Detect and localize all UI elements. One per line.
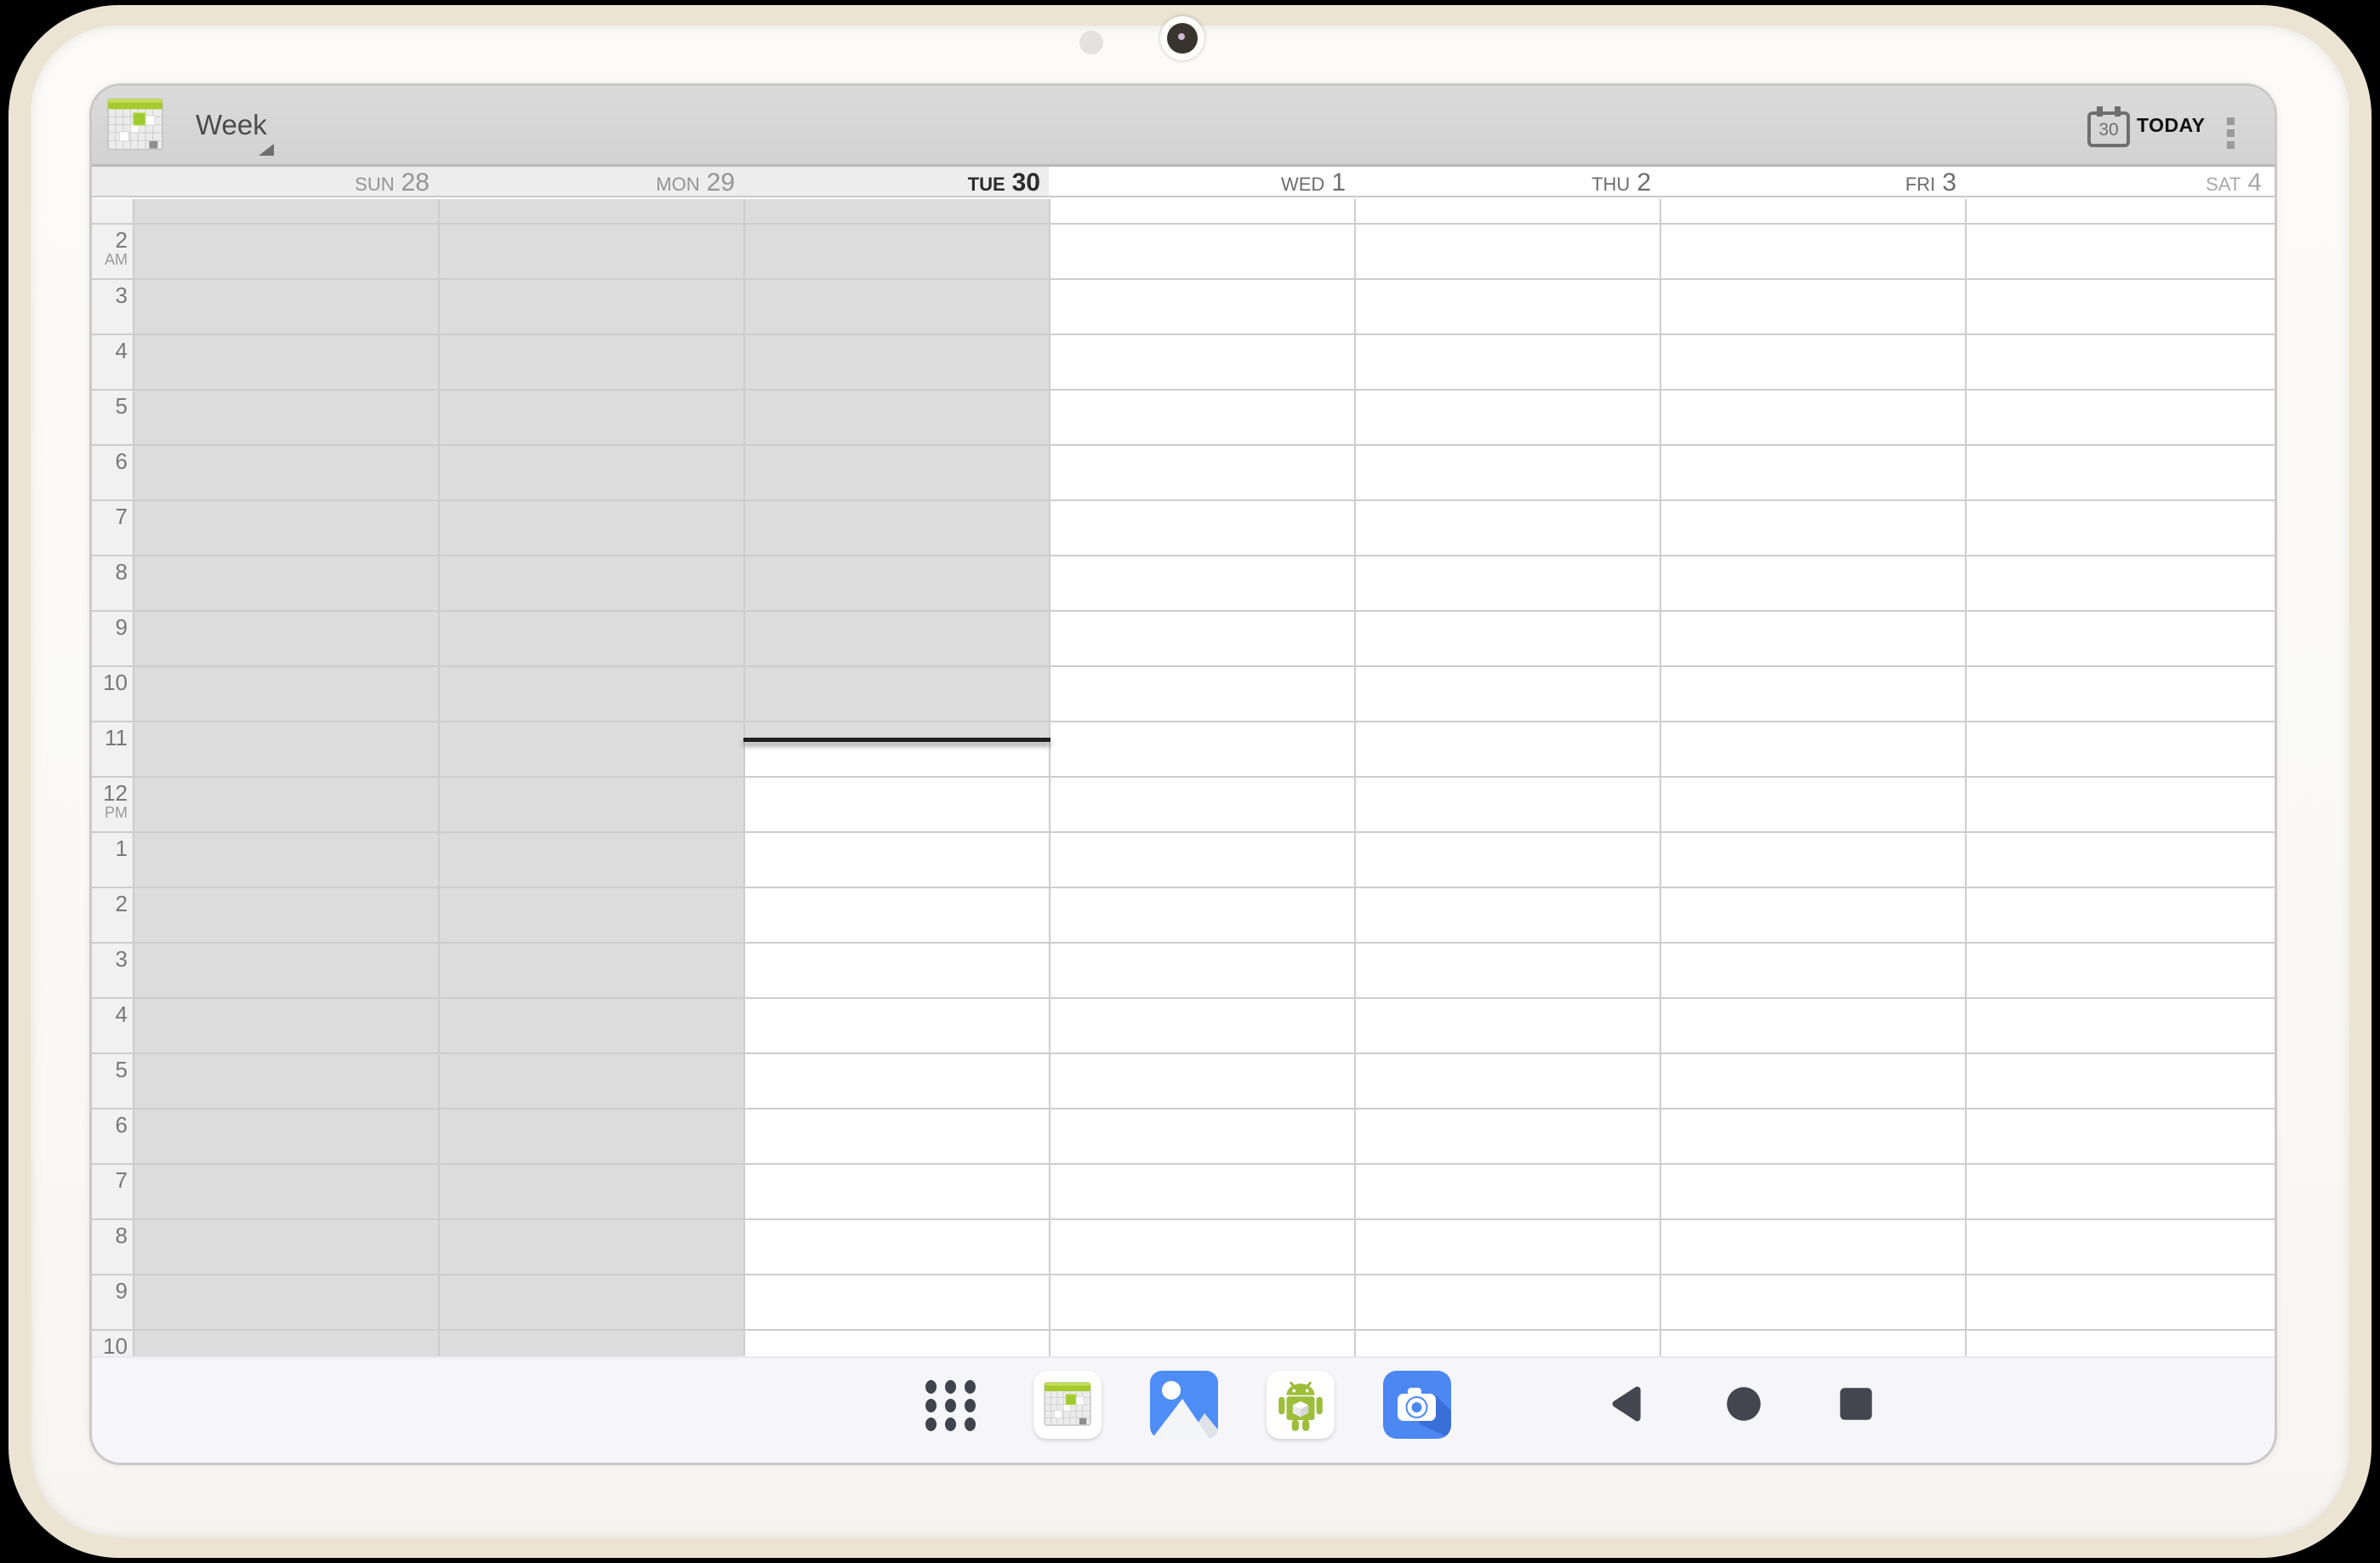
day-name: THU xyxy=(1591,174,1630,196)
nav-home-button[interactable] xyxy=(1725,1385,1762,1427)
overflow-menu-icon[interactable] xyxy=(2212,86,2252,164)
hour-label: 3 xyxy=(92,284,128,307)
day-column-mon[interactable] xyxy=(438,199,743,1356)
view-title: Week xyxy=(196,86,267,164)
camera-glyph xyxy=(1383,1371,1451,1439)
android-robot-icon xyxy=(1267,1371,1335,1439)
dock-app-app-drawer[interactable] xyxy=(925,1380,976,1431)
today-icon-day: 30 xyxy=(2098,120,2118,140)
day-name: SUN xyxy=(355,174,394,196)
hour-label: 9 xyxy=(92,1280,128,1303)
home-icon xyxy=(1725,1412,1762,1426)
hour-label: 10 xyxy=(92,671,128,694)
calendar-peg xyxy=(2115,106,2121,117)
hour-label: 3 xyxy=(92,948,128,971)
day-column-tue[interactable] xyxy=(743,199,1049,1356)
today-button-label: TODAY xyxy=(2137,86,2205,164)
time-grid: 2AM 3 4 5 6 7 8 9 10 11 12PM 1 2 3 4 5 6 7 8 9 10 xyxy=(92,199,2275,1356)
hour-label: 5 xyxy=(92,395,128,418)
back-icon xyxy=(1611,1412,1648,1426)
dropdown-caret-icon xyxy=(259,144,274,156)
camera-glint xyxy=(1178,33,1185,40)
photos-glyph xyxy=(1150,1371,1218,1439)
day-column-wed[interactable] xyxy=(1049,199,1354,1356)
day-column-fri[interactable] xyxy=(1660,199,1965,1356)
day-name: FRI xyxy=(1905,174,1935,196)
calendar-peg xyxy=(2097,106,2103,117)
camera-icon xyxy=(1383,1371,1451,1443)
day-date: 1 xyxy=(1331,170,1346,196)
day-header-thu[interactable]: THU 2 xyxy=(1354,167,1660,196)
day-column-thu[interactable] xyxy=(1354,199,1660,1356)
dock xyxy=(92,1356,2275,1463)
calendar-app-icon xyxy=(1033,1371,1102,1439)
day-date: 28 xyxy=(401,170,430,196)
screen: Week 30 TODAY SUN28MON29TUE30WED1THU2FRI… xyxy=(92,86,2275,1463)
app-bar: Week 30 TODAY xyxy=(92,86,2275,167)
hour-label: 9 xyxy=(92,616,128,639)
overflow-dot xyxy=(2227,129,2235,137)
current-time-line xyxy=(743,738,1051,742)
dock-app-camera[interactable] xyxy=(1383,1371,1451,1443)
hour-label: 4 xyxy=(92,1003,128,1026)
hour-label: 8 xyxy=(92,1224,128,1247)
android-robot-glyph xyxy=(1276,1376,1325,1432)
day-name: WED xyxy=(1281,174,1324,196)
day-header-sat[interactable]: SAT 4 xyxy=(1965,167,2270,196)
day-header-tue[interactable]: TUE 30 xyxy=(743,167,1049,196)
hour-label: 5 xyxy=(92,1058,128,1081)
hour-label: 6 xyxy=(92,1114,128,1137)
hour-label: 7 xyxy=(92,1169,128,1192)
day-column-sun[interactable] xyxy=(133,199,438,1356)
dock-app-photos[interactable] xyxy=(1150,1371,1218,1443)
today-calendar-icon: 30 xyxy=(2087,111,2130,147)
recents-icon xyxy=(1837,1412,1875,1426)
hour-label: 7 xyxy=(92,505,128,528)
hour-label: 12PM xyxy=(92,782,128,822)
day-date: 3 xyxy=(1942,170,1956,196)
day-header-sun[interactable]: SUN 28 xyxy=(133,167,438,196)
hour-label: 2AM xyxy=(92,229,128,269)
day-header-fri[interactable]: FRI 3 xyxy=(1660,167,1965,196)
today-button[interactable]: 30 TODAY xyxy=(2074,86,2218,164)
hour-label: 2 xyxy=(92,893,128,916)
calendar-glyph xyxy=(1044,1382,1091,1426)
day-date: 29 xyxy=(707,170,735,196)
day-date: 4 xyxy=(2247,170,2262,196)
light-sensor-icon xyxy=(1079,31,1103,54)
front-camera-icon xyxy=(1160,16,1204,60)
day-name: SAT xyxy=(2206,174,2241,196)
dock-app-calendar[interactable] xyxy=(1033,1371,1102,1439)
day-date: 30 xyxy=(1012,170,1040,196)
nav-recents-button[interactable] xyxy=(1837,1385,1875,1427)
view-selector-dropdown[interactable]: Week xyxy=(175,86,311,164)
day-header-wed[interactable]: WED 1 xyxy=(1049,167,1354,196)
day-name: MON xyxy=(656,174,699,196)
hour-label: 4 xyxy=(92,339,128,362)
calendar-glyph xyxy=(107,98,163,151)
day-header-mon[interactable]: MON 29 xyxy=(438,167,743,196)
nav-back-button[interactable] xyxy=(1611,1385,1648,1427)
hour-label: 1 xyxy=(92,837,128,860)
overflow-dot xyxy=(2227,117,2235,125)
calendar-app-icon[interactable] xyxy=(107,98,163,152)
hour-label: 10 xyxy=(92,1335,128,1356)
photos-icon xyxy=(1150,1371,1218,1443)
week-header: SUN 28 MON 29 TUE 30 WED 1 THU 2 FRI 3 SAT 4 xyxy=(92,167,2275,197)
hour-label: 8 xyxy=(92,561,128,584)
overflow-dot xyxy=(2227,141,2235,149)
app-drawer-icon xyxy=(925,1380,976,1431)
hour-label: 6 xyxy=(92,450,128,473)
day-column-sat[interactable] xyxy=(1965,199,2270,1356)
day-name: TUE xyxy=(968,174,1005,196)
dock-app-android-emulator[interactable] xyxy=(1267,1371,1335,1439)
day-date: 2 xyxy=(1637,170,1651,196)
hour-label: 11 xyxy=(92,727,128,750)
